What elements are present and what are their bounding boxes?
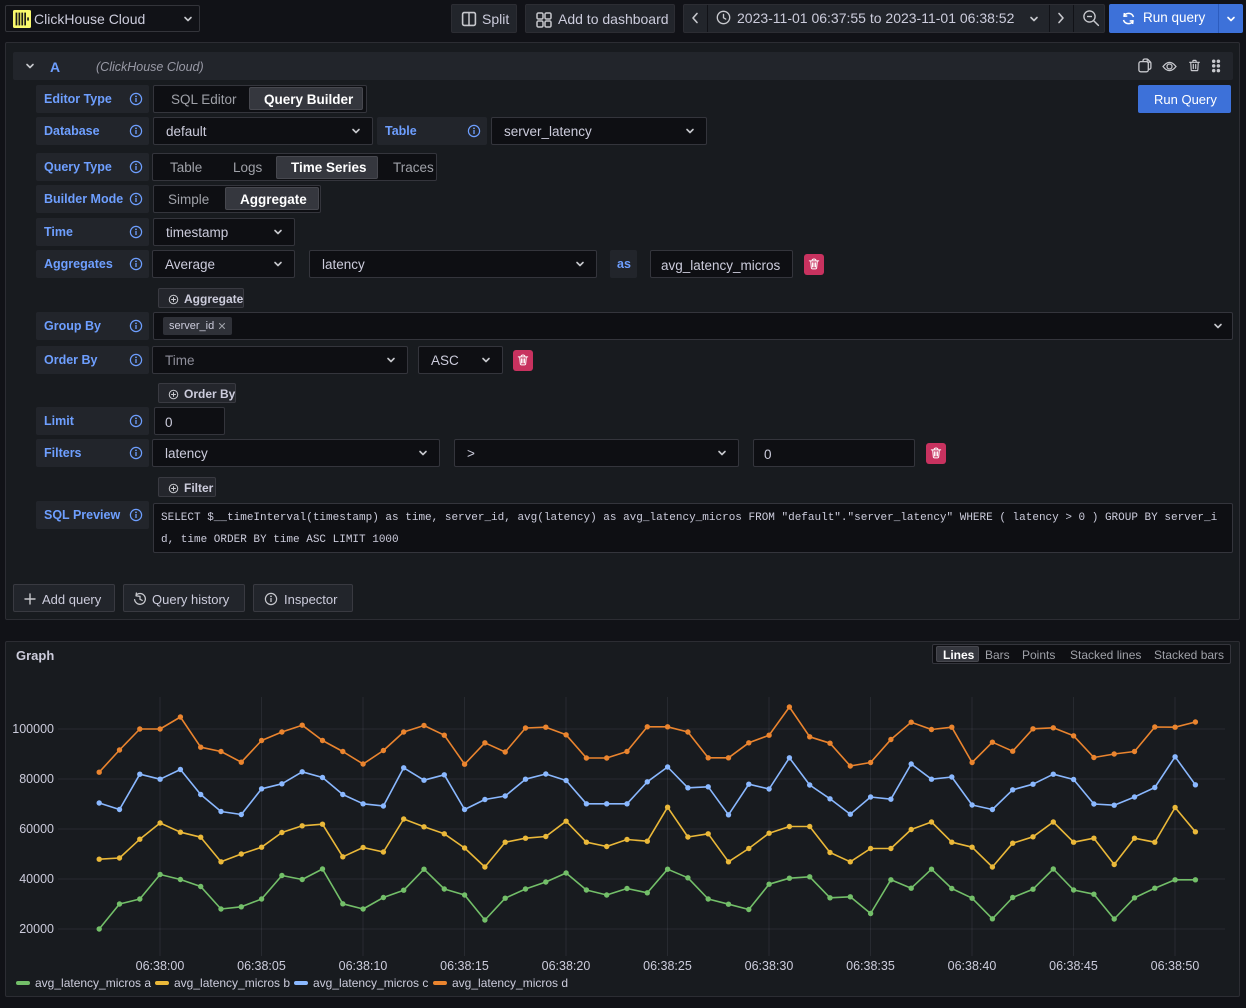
svg-text:100000: 100000	[12, 722, 54, 736]
svg-text:06:38:25: 06:38:25	[643, 959, 692, 973]
svg-text:06:38:15: 06:38:15	[440, 959, 489, 973]
svg-text:06:38:30: 06:38:30	[745, 959, 794, 973]
svg-text:06:38:35: 06:38:35	[846, 959, 895, 973]
svg-text:06:38:00: 06:38:00	[136, 959, 185, 973]
svg-text:80000: 80000	[19, 772, 54, 786]
svg-text:40000: 40000	[19, 872, 54, 886]
svg-text:06:38:05: 06:38:05	[237, 959, 286, 973]
svg-text:06:38:50: 06:38:50	[1151, 959, 1200, 973]
svg-text:06:38:10: 06:38:10	[339, 959, 388, 973]
svg-text:06:38:20: 06:38:20	[542, 959, 591, 973]
svg-text:60000: 60000	[19, 822, 54, 836]
svg-text:20000: 20000	[19, 922, 54, 936]
svg-text:06:38:45: 06:38:45	[1049, 959, 1098, 973]
svg-text:06:38:40: 06:38:40	[948, 959, 997, 973]
